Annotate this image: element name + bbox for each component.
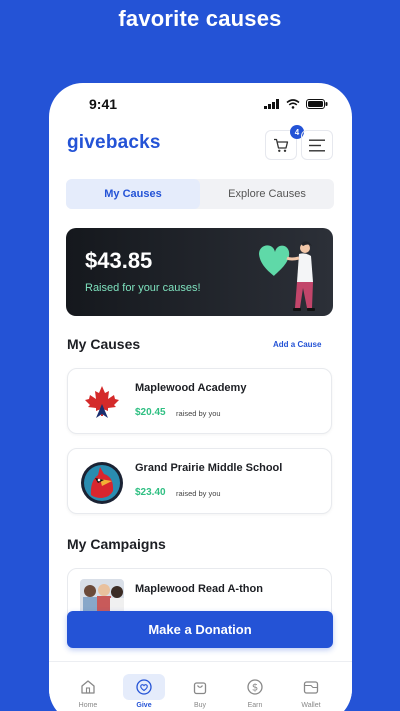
nav-item-earn[interactable]: $ Earn [234, 674, 276, 711]
wallet-icon [303, 681, 319, 694]
status-time: 9:41 [89, 96, 118, 112]
headline: favorite causes [118, 6, 282, 31]
app-header: givebacks 4 [49, 125, 352, 164]
cause-card-maplewood[interactable]: Maplewood Academy $20.45 raised by you [67, 368, 332, 434]
add-cause-link[interactable]: Add a Cause [273, 340, 321, 349]
cause-name: Grand Prairie Middle School [135, 462, 283, 474]
bag-icon [193, 682, 207, 695]
campaign-name: Maplewood Read A-thon [135, 583, 263, 595]
nav-label: Wallet [301, 702, 321, 709]
my-campaigns-heading: My Campaigns [67, 536, 166, 552]
phone-screen: 9:41 givebacks 4 My Causes Explore Cause… [49, 83, 352, 711]
make-donation-button[interactable]: Make a Donation [67, 611, 333, 648]
cause-card-grand-prairie[interactable]: Grand Prairie Middle School $23.40 raise… [67, 448, 332, 514]
heart-icon [136, 679, 152, 695]
my-causes-heading: My Causes [67, 336, 141, 352]
tab-my-causes[interactable]: My Causes [66, 179, 200, 209]
cause-tabs: My Causes Explore Causes [66, 179, 334, 209]
nav-item-buy[interactable]: Buy [179, 674, 221, 711]
svg-text:$: $ [252, 683, 258, 694]
bottom-nav: Home Give Buy $ Earn Wallet [49, 661, 352, 711]
cause-name: Maplewood Academy [135, 382, 247, 394]
wifi-icon [286, 99, 300, 109]
nav-item-give[interactable]: Give [123, 674, 165, 711]
cause-raised-caption: raised by you [176, 489, 221, 498]
cause-raised-caption: raised by you [176, 409, 221, 418]
raised-summary-card: $43.85 Raised for your causes! [66, 228, 333, 316]
cause-raised-amount: $23.40 [135, 487, 166, 498]
nav-item-wallet[interactable]: Wallet [290, 674, 332, 711]
givebacks-logo[interactable]: givebacks [67, 132, 161, 154]
cart-button[interactable]: 4 [265, 125, 304, 160]
nav-label: Buy [193, 702, 207, 709]
tab-explore-causes[interactable]: Explore Causes [200, 179, 334, 209]
nav-label: Earn [247, 702, 263, 709]
status-bar: 9:41 [49, 96, 352, 116]
maple-leaf-icon [85, 386, 119, 418]
signal-icon [264, 99, 279, 109]
menu-button[interactable] [301, 130, 333, 160]
nav-item-home[interactable]: Home [67, 674, 109, 711]
cart-icon [274, 138, 289, 152]
raised-amount: $43.85 [85, 248, 153, 273]
battery-icon [306, 99, 328, 109]
dollar-icon: $ [247, 679, 263, 695]
home-icon [81, 680, 95, 694]
nav-label: Home [78, 702, 98, 709]
raised-label: Raised for your causes! [85, 282, 201, 294]
woman-holding-heart-illustration [259, 241, 315, 311]
hamburger-menu-icon [309, 139, 325, 151]
nav-label: Give [136, 702, 152, 709]
cause-raised-amount: $20.45 [135, 407, 166, 418]
cardinal-mascot-icon [81, 462, 123, 504]
